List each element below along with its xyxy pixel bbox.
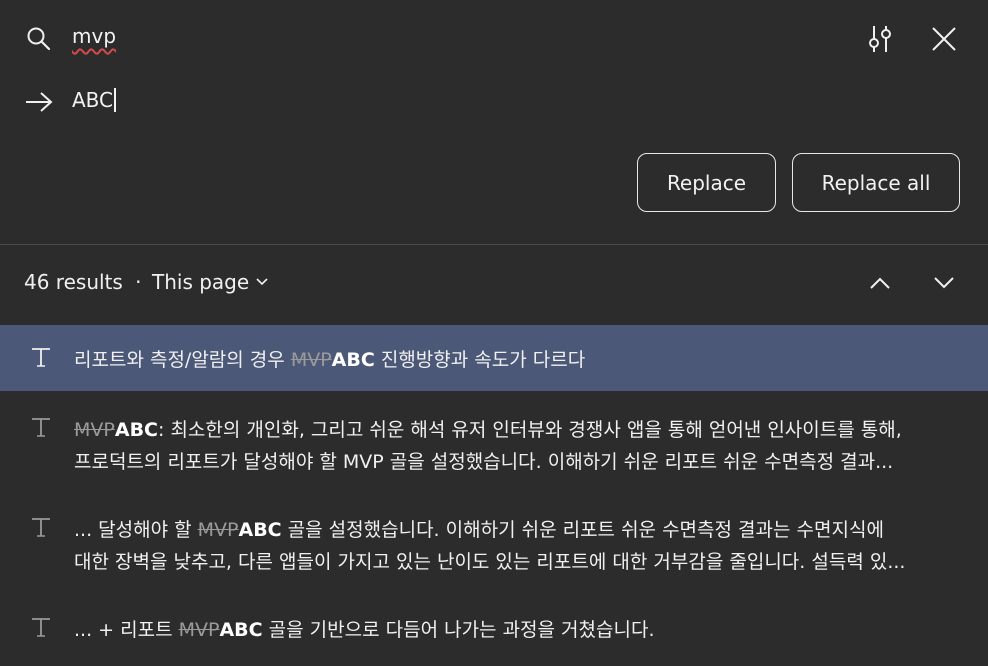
text-type-icon bbox=[30, 516, 52, 542]
result-line: 리포트와 측정/알람의 경우 MVPABC 진행방향과 속도가 다르다 bbox=[74, 345, 974, 372]
result-line-2: 프로덕트의 리포트가 달성해야 할 MVP 골을 설정했습니다. 이해하기 쉬운… bbox=[74, 451, 894, 473]
result-row[interactable]: MVPABC: 최소한의 개인화, 그리고 쉬운 해석 유저 인터뷰와 경쟁사 … bbox=[0, 396, 988, 488]
text-caret bbox=[114, 88, 116, 112]
separator-dot: · bbox=[135, 270, 142, 294]
context-text: : 최소한의 개인화, 그리고 쉬운 해석 유저 인터뷰와 경쟁사 앱을 통해 … bbox=[158, 419, 902, 441]
result-line: ... + 리포트 MVPABC 골을 기반으로 다듬어 나가는 과정을 거쳤습… bbox=[74, 615, 974, 642]
search-icon bbox=[26, 26, 52, 52]
scope-label: This page bbox=[152, 270, 250, 294]
context-text: ... 달성해야 할 bbox=[74, 519, 198, 541]
result-line: MVPABC: 최소한의 개인화, 그리고 쉬운 해석 유저 인터뷰와 경쟁사 … bbox=[74, 415, 974, 442]
divider bbox=[0, 244, 988, 245]
filter-sliders-icon[interactable] bbox=[866, 24, 894, 54]
text-type-icon bbox=[30, 616, 52, 642]
results-count-label: 46 results bbox=[24, 270, 123, 294]
context-text: 골을 기반으로 다듬어 나가는 과정을 거쳤습니다. bbox=[262, 619, 655, 641]
search-input[interactable]: mvp bbox=[72, 24, 116, 48]
chevron-down-icon[interactable] bbox=[932, 275, 956, 291]
replacement-text: ABC bbox=[219, 619, 263, 641]
replace-input-value: ABC bbox=[72, 88, 114, 112]
context-text: 진행방향과 속도가 다르다 bbox=[374, 349, 586, 371]
arrow-right-icon bbox=[24, 90, 54, 114]
close-icon[interactable] bbox=[931, 26, 957, 52]
chevron-up-icon[interactable] bbox=[868, 275, 892, 291]
text-type-icon bbox=[30, 416, 52, 442]
replace-button[interactable]: Replace bbox=[637, 153, 776, 212]
replace-input[interactable]: ABC bbox=[72, 88, 116, 112]
match-text: MVP bbox=[197, 519, 239, 541]
result-row[interactable]: ... + 리포트 MVPABC 골을 기반으로 다듬어 나가는 과정을 거쳤습… bbox=[0, 596, 988, 658]
result-row[interactable]: 리포트와 측정/알람의 경우 MVPABC 진행방향과 속도가 다르다 bbox=[0, 325, 988, 391]
replacement-text: ABC bbox=[331, 349, 375, 371]
replacement-text: ABC bbox=[114, 419, 158, 441]
match-text: MVP bbox=[290, 349, 332, 371]
context-text: ... + 리포트 bbox=[74, 619, 179, 641]
result-line: ... 달성해야 할 MVPABC 골을 설정했습니다. 이해하기 쉬운 리포트… bbox=[74, 515, 974, 542]
text-type-icon bbox=[30, 346, 52, 372]
context-text: 리포트와 측정/알람의 경우 bbox=[74, 349, 291, 371]
context-text: 골을 설정했습니다. 이해하기 쉬운 리포트 쉬운 수면측정 결과는 수면지식에 bbox=[281, 519, 884, 541]
scope-dropdown[interactable]: This page bbox=[152, 270, 269, 294]
replace-all-button[interactable]: Replace all bbox=[792, 153, 960, 212]
match-text: MVP bbox=[74, 419, 115, 441]
replacement-text: ABC bbox=[238, 519, 282, 541]
match-text: MVP bbox=[178, 619, 220, 641]
result-row[interactable]: ... 달성해야 할 MVPABC 골을 설정했습니다. 이해하기 쉬운 리포트… bbox=[0, 496, 988, 588]
chevron-down-icon bbox=[255, 277, 269, 287]
result-line-2: 대한 장벽을 낮추고, 다른 앱들이 가지고 있는 난이도 있는 리포트에 대한… bbox=[74, 551, 906, 573]
results-count: 46 results · bbox=[24, 270, 142, 294]
